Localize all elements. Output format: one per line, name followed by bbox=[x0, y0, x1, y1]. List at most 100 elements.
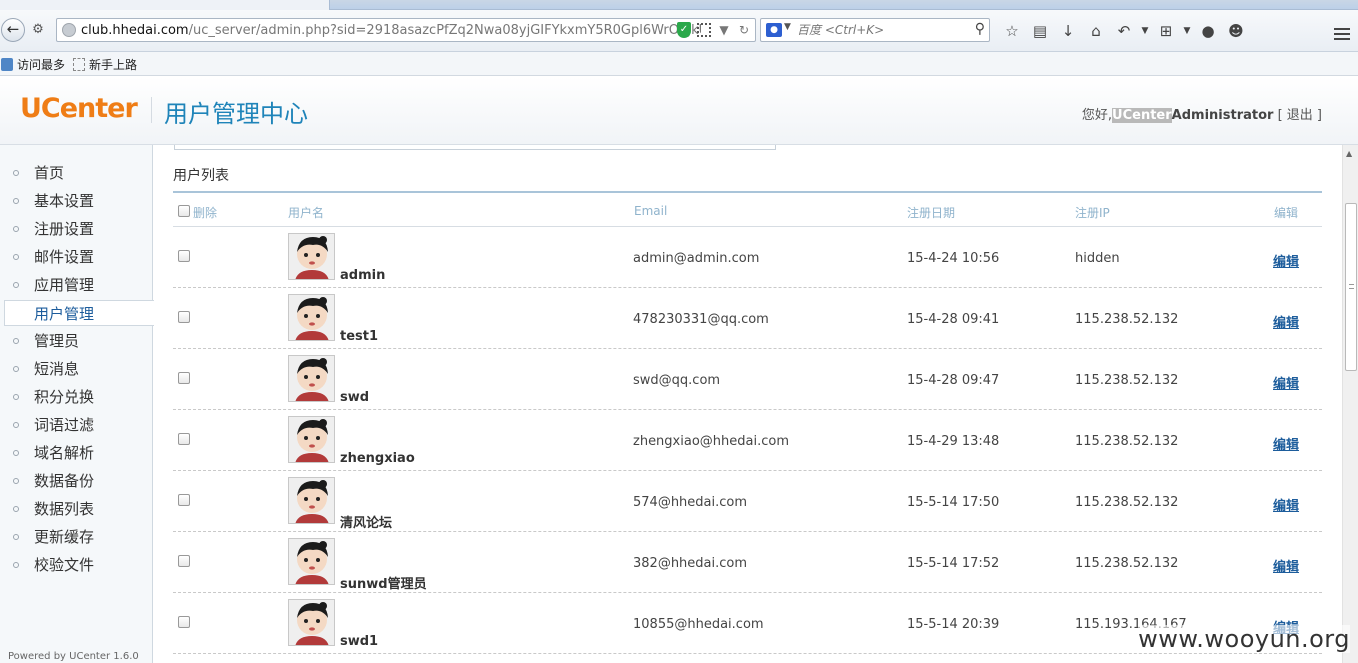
avatar-face-icon bbox=[289, 539, 334, 584]
email-cell: 478230331@qq.com bbox=[633, 312, 769, 327]
edit-link[interactable]: 编辑 bbox=[1273, 495, 1299, 514]
scrollbar-thumb[interactable] bbox=[1345, 203, 1357, 371]
avatar-face-icon bbox=[289, 234, 334, 279]
crop-dropdown-icon[interactable]: ▼ bbox=[1180, 20, 1194, 42]
reload-icon[interactable]: ↻ bbox=[737, 23, 751, 37]
greeting-text: 您好, bbox=[1081, 108, 1113, 123]
sidebar-item-update-cache[interactable]: 更新缓存 bbox=[0, 524, 153, 550]
crop-icon[interactable]: ⊞ bbox=[1152, 20, 1180, 42]
qr-code-icon[interactable] bbox=[697, 23, 711, 37]
browser-tab[interactable] bbox=[0, 0, 330, 10]
avatar bbox=[288, 538, 335, 585]
avatar-face-icon bbox=[289, 417, 334, 462]
logout-link[interactable]: [ 退出 ] bbox=[1278, 108, 1322, 123]
sidebar: 首页 基本设置 注册设置 邮件设置 应用管理 用户管理 管理员 短消息 积分兑换… bbox=[0, 145, 154, 663]
shield-check-icon[interactable]: ✓ bbox=[677, 22, 691, 38]
email-cell: 382@hhedai.com bbox=[633, 556, 748, 571]
section-divider bbox=[173, 191, 1322, 193]
ucenter-logo[interactable]: UCenter bbox=[20, 93, 138, 124]
sidebar-item-verify-files[interactable]: 校验文件 bbox=[0, 552, 153, 578]
sidebar-item-register-settings[interactable]: 注册设置 bbox=[0, 216, 153, 242]
sidebar-item-domain-resolution[interactable]: 域名解析 bbox=[0, 440, 153, 466]
sidebar-item-data-list[interactable]: 数据列表 bbox=[0, 496, 153, 522]
bullet-icon bbox=[13, 534, 19, 540]
url-text[interactable]: club.hhedai.com/uc_server/admin.php?sid=… bbox=[81, 23, 701, 39]
sidebar-item-word-filter[interactable]: 词语过滤 bbox=[0, 412, 153, 438]
sidebar-item-mail-settings[interactable]: 邮件设置 bbox=[0, 244, 153, 270]
engine-dropdown-icon[interactable]: ▼ bbox=[784, 22, 791, 32]
sidebar-item-label: 域名解析 bbox=[34, 444, 95, 462]
globe-icon bbox=[62, 23, 76, 37]
sidebar-item-basic-settings[interactable]: 基本设置 bbox=[0, 188, 153, 214]
row-checkbox[interactable] bbox=[178, 372, 190, 384]
avatar bbox=[288, 416, 335, 463]
hamburger-menu-icon[interactable] bbox=[1334, 28, 1350, 40]
bullet-icon bbox=[13, 450, 19, 456]
edit-link[interactable]: 编辑 bbox=[1273, 373, 1299, 392]
username-cell: zhengxiao bbox=[340, 451, 415, 466]
reg-date-cell: 15-4-24 10:56 bbox=[907, 251, 1000, 266]
row-checkbox[interactable] bbox=[178, 616, 190, 628]
row-checkbox[interactable] bbox=[178, 311, 190, 323]
col-username: 用户名 bbox=[288, 206, 325, 220]
avatar bbox=[288, 599, 335, 646]
email-cell: swd@qq.com bbox=[633, 373, 721, 388]
table-row: admin admin@admin.com 15-4-24 10:56 hidden 编… bbox=[173, 227, 1322, 288]
bullet-icon bbox=[13, 506, 19, 512]
back-arrow-icon[interactable]: ← bbox=[1, 18, 25, 42]
key-icon[interactable]: ⚙ bbox=[28, 21, 48, 39]
grip-icon bbox=[1349, 284, 1354, 289]
chat-bubble-icon[interactable]: ● bbox=[1194, 20, 1222, 42]
navigation-toolbar: ← ⚙ club.hhedai.com/uc_server/admin.php?… bbox=[0, 10, 1358, 52]
reg-date-cell: 15-4-29 13:48 bbox=[907, 434, 1000, 449]
avatar bbox=[288, 294, 335, 341]
sidebar-item-label: 用户管理 bbox=[34, 305, 95, 323]
bookmark-label: 新手上路 bbox=[89, 57, 138, 72]
col-email: Email bbox=[634, 204, 668, 218]
magnifier-icon[interactable]: ⚲ bbox=[975, 21, 985, 37]
sidebar-item-user-management[interactable]: 用户管理 bbox=[4, 300, 154, 326]
search-input[interactable] bbox=[797, 22, 962, 38]
download-arrow-icon[interactable]: ↓ bbox=[1054, 20, 1082, 42]
bookmark-most-visited[interactable]: 访问最多 bbox=[1, 56, 65, 72]
dropdown-arrow-icon[interactable]: ▼ bbox=[717, 23, 731, 37]
sidebar-item-app-management[interactable]: 应用管理 bbox=[0, 272, 153, 298]
account-icon[interactable]: ☻ bbox=[1222, 20, 1250, 42]
search-bar[interactable]: ● ▼ ⚲ bbox=[760, 18, 990, 42]
home-icon[interactable]: ⌂ bbox=[1082, 20, 1110, 42]
row-checkbox[interactable] bbox=[178, 250, 190, 262]
reg-ip-cell: hidden bbox=[1075, 251, 1120, 266]
row-checkbox[interactable] bbox=[178, 433, 190, 445]
bullet-icon bbox=[13, 282, 19, 288]
edit-link[interactable]: 编辑 bbox=[1273, 312, 1299, 331]
select-all-checkbox[interactable] bbox=[178, 205, 190, 217]
baidu-paw-icon[interactable]: ● bbox=[766, 23, 782, 37]
scroll-up-arrow-icon[interactable]: ▲ bbox=[1346, 149, 1352, 158]
reading-list-icon[interactable]: ▤ bbox=[1026, 20, 1054, 42]
col-delete: 删除 bbox=[193, 206, 218, 220]
row-checkbox[interactable] bbox=[178, 555, 190, 567]
vertical-scrollbar[interactable]: ▲ bbox=[1342, 145, 1358, 663]
sidebar-item-label: 数据备份 bbox=[34, 472, 95, 490]
edit-link[interactable]: 编辑 bbox=[1273, 251, 1299, 270]
undo-arrow-icon[interactable]: ↶ bbox=[1110, 20, 1138, 42]
sidebar-item-administrators[interactable]: 管理员 bbox=[0, 328, 153, 354]
sidebar-item-messages[interactable]: 短消息 bbox=[0, 356, 153, 382]
sidebar-item-credit-exchange[interactable]: 积分兑换 bbox=[0, 384, 153, 410]
reg-date-cell: 15-5-14 17:50 bbox=[907, 495, 1000, 510]
edit-link[interactable]: 编辑 bbox=[1273, 434, 1299, 453]
bookmark-getting-started[interactable]: 新手上路 bbox=[73, 56, 137, 72]
sidebar-item-label: 词语过滤 bbox=[34, 416, 95, 434]
undo-dropdown-icon[interactable]: ▼ bbox=[1138, 20, 1152, 42]
edit-link[interactable]: 编辑 bbox=[1273, 556, 1299, 575]
username-cell: sunwd管理员 bbox=[340, 577, 427, 592]
avatar bbox=[288, 233, 335, 280]
address-bar[interactable]: club.hhedai.com/uc_server/admin.php?sid=… bbox=[56, 18, 756, 42]
bullet-icon bbox=[13, 170, 19, 176]
bullet-icon bbox=[13, 226, 19, 232]
bookmark-star-icon[interactable]: ☆ bbox=[998, 20, 1026, 42]
sidebar-item-home[interactable]: 首页 bbox=[0, 160, 153, 186]
sidebar-item-data-backup[interactable]: 数据备份 bbox=[0, 468, 153, 494]
sidebar-item-label: 邮件设置 bbox=[34, 248, 95, 266]
row-checkbox[interactable] bbox=[178, 494, 190, 506]
